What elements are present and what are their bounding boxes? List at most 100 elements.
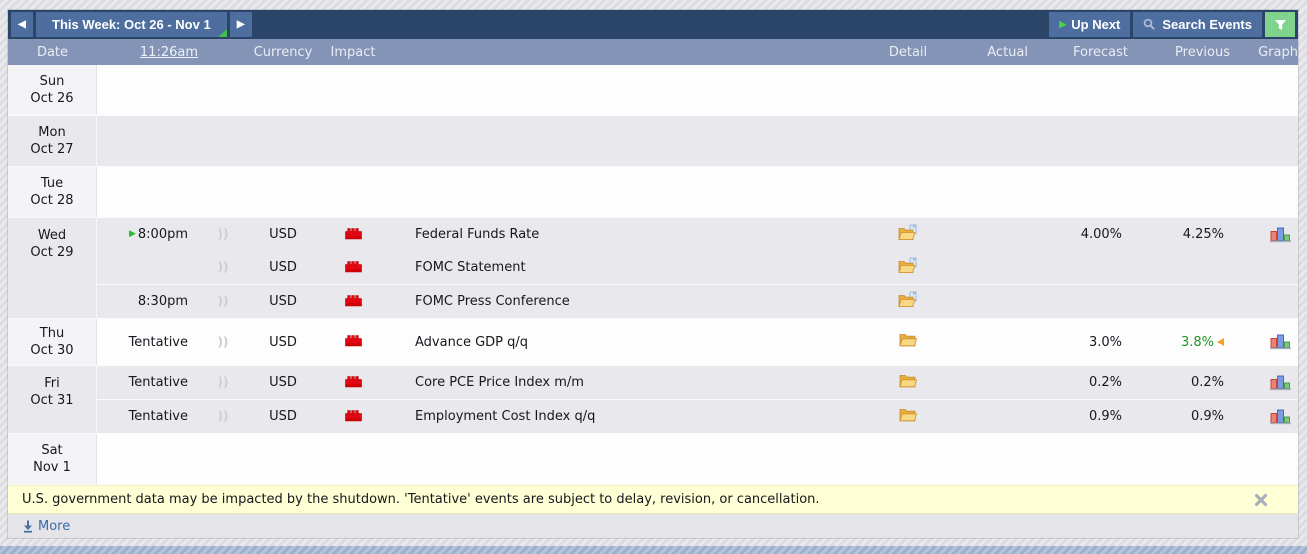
graph-icon[interactable] — [1270, 409, 1291, 425]
high-impact-icon — [344, 408, 363, 422]
graph-icon[interactable] — [1270, 375, 1291, 391]
prev-week-button[interactable]: ◀ — [11, 12, 33, 37]
day-events: ▶ 8:00pm )) USD Federal Funds Rate 4.00%… — [97, 218, 1298, 318]
column-header-row: Date 11:26am Currency Impact Detail Actu… — [8, 39, 1298, 65]
folder-doc-icon[interactable] — [898, 257, 918, 278]
event-row: ▶ Tentative )) USD Core PCE Price Index … — [97, 366, 1298, 399]
day-name: Mon — [38, 125, 66, 140]
shutdown-notice: U.S. government data may be impacted by … — [8, 485, 1298, 514]
event-row: ▶ Tentative )) USD Employment Cost Index… — [97, 399, 1298, 433]
day-date: Oct 27 — [30, 142, 74, 157]
col-time: 11:26am — [97, 45, 198, 60]
day-block: Fri Oct 31 ▶ Tentative )) USD Core PCE P… — [8, 366, 1298, 434]
graph-icon[interactable] — [1270, 227, 1291, 243]
event-name[interactable]: FOMC Statement — [388, 260, 878, 275]
high-impact-icon — [344, 333, 363, 347]
folder-doc-icon[interactable] — [898, 291, 918, 312]
event-currency: USD — [269, 227, 297, 242]
more-link[interactable]: More — [22, 519, 70, 534]
day-name: Fri — [44, 376, 60, 391]
event-name[interactable]: FOMC Press Conference — [388, 294, 878, 309]
alert-icon[interactable]: )) — [218, 409, 229, 423]
date-cell: Fri Oct 31 — [8, 366, 97, 433]
day-block: Wed Oct 29 ▶ 8:00pm )) USD Federal Funds… — [8, 218, 1298, 319]
week-title: This Week: Oct 26 - Nov 1 — [52, 17, 211, 32]
up-next-button[interactable]: ▶ Up Next — [1049, 12, 1131, 37]
folder-icon[interactable] — [899, 408, 918, 426]
folder-doc-icon[interactable] — [898, 224, 918, 245]
calendar-days: Sun Oct 26 Mon Oct 27 Tue Oct 28 Wed Oct… — [8, 65, 1298, 485]
search-events-button[interactable]: Search Events — [1133, 12, 1262, 37]
alert-icon[interactable]: )) — [218, 260, 229, 274]
day-block: Tue Oct 28 — [8, 167, 1298, 218]
high-impact-icon — [344, 293, 363, 307]
up-next-play-icon: ▶ — [1059, 19, 1067, 29]
next-week-button[interactable]: ▶ — [229, 12, 252, 37]
event-time: ▶ Tentative — [128, 409, 188, 424]
col-actual: Actual — [987, 44, 1028, 60]
col-date: Date — [36, 44, 69, 60]
calendar-topbar: ◀ This Week: Oct 26 - Nov 1 ▶ ▶ Up Next … — [8, 10, 1298, 39]
col-previous: Previous — [1175, 44, 1230, 60]
event-forecast: 4.00% — [1080, 227, 1122, 242]
day-events: ▶ Tentative )) USD Core PCE Price Index … — [97, 366, 1298, 433]
col-currency: Currency — [253, 44, 313, 60]
day-block: Mon Oct 27 — [8, 116, 1298, 167]
event-currency: USD — [269, 375, 297, 390]
folder-icon[interactable] — [899, 333, 918, 351]
more-label: More — [38, 518, 71, 534]
search-events-label: Search Events — [1162, 17, 1252, 32]
event-forecast: 0.2% — [1088, 375, 1122, 390]
event-previous: 0.2% — [1190, 375, 1224, 390]
event-name[interactable]: Core PCE Price Index m/m — [388, 375, 878, 390]
event-forecast: 0.9% — [1088, 409, 1122, 424]
day-date: Oct 28 — [30, 193, 74, 208]
event-currency: USD — [269, 409, 297, 424]
more-row: More — [8, 514, 1298, 538]
day-name: Sat — [41, 443, 63, 458]
high-impact-icon — [344, 374, 363, 388]
day-name: Thu — [39, 326, 65, 341]
week-title-button[interactable]: This Week: Oct 26 - Nov 1 — [36, 12, 227, 37]
event-currency: USD — [269, 334, 297, 350]
event-time: ▶ 8:30pm — [137, 294, 188, 309]
alert-icon[interactable]: )) — [218, 375, 229, 389]
event-time: ▶ 8:00pm — [128, 227, 188, 242]
col-detail: Detail — [888, 44, 928, 60]
day-name: Tue — [40, 176, 64, 191]
high-impact-icon — [344, 226, 363, 240]
event-previous: 0.9% — [1190, 409, 1224, 424]
notice-close-icon[interactable] — [1254, 493, 1268, 507]
event-forecast: 3.0% — [1088, 334, 1122, 350]
day-date: Oct 30 — [30, 343, 74, 358]
event-currency: USD — [269, 260, 297, 275]
alert-icon[interactable]: )) — [218, 227, 229, 241]
day-events — [97, 167, 1298, 217]
notice-text: U.S. government data may be impacted by … — [22, 492, 820, 507]
event-currency: USD — [269, 294, 297, 309]
col-forecast: Forecast — [1072, 44, 1128, 60]
alert-icon[interactable]: )) — [218, 294, 229, 308]
event-row: ▶ 8:30pm )) USD FOMC Press Conference — [97, 284, 1298, 318]
day-date: Oct 31 — [30, 393, 74, 408]
day-block: Thu Oct 30 ▶ Tentative )) USD Advance GD… — [8, 319, 1298, 366]
folder-icon[interactable] — [899, 374, 918, 392]
day-events — [97, 434, 1298, 484]
date-cell: Sun Oct 26 — [8, 65, 97, 115]
event-name[interactable]: Employment Cost Index q/q — [388, 409, 878, 424]
graph-icon[interactable] — [1270, 334, 1291, 350]
day-date: Oct 29 — [30, 245, 74, 260]
bottom-strip — [0, 546, 1307, 554]
up-next-play-icon: ▶ — [128, 229, 136, 239]
day-block: Sat Nov 1 — [8, 434, 1298, 485]
current-time-link[interactable]: 11:26am — [140, 45, 198, 60]
event-row: ▶ 8:00pm )) USD Federal Funds Rate 4.00%… — [97, 218, 1298, 251]
day-events — [97, 65, 1298, 115]
date-cell: Thu Oct 30 — [8, 319, 97, 365]
event-name[interactable]: Advance GDP q/q — [388, 335, 878, 350]
alert-icon[interactable]: )) — [218, 335, 229, 349]
economic-calendar: ◀ This Week: Oct 26 - Nov 1 ▶ ▶ Up Next … — [8, 10, 1298, 538]
event-name[interactable]: Federal Funds Rate — [388, 227, 878, 242]
filter-button[interactable] — [1265, 12, 1295, 37]
